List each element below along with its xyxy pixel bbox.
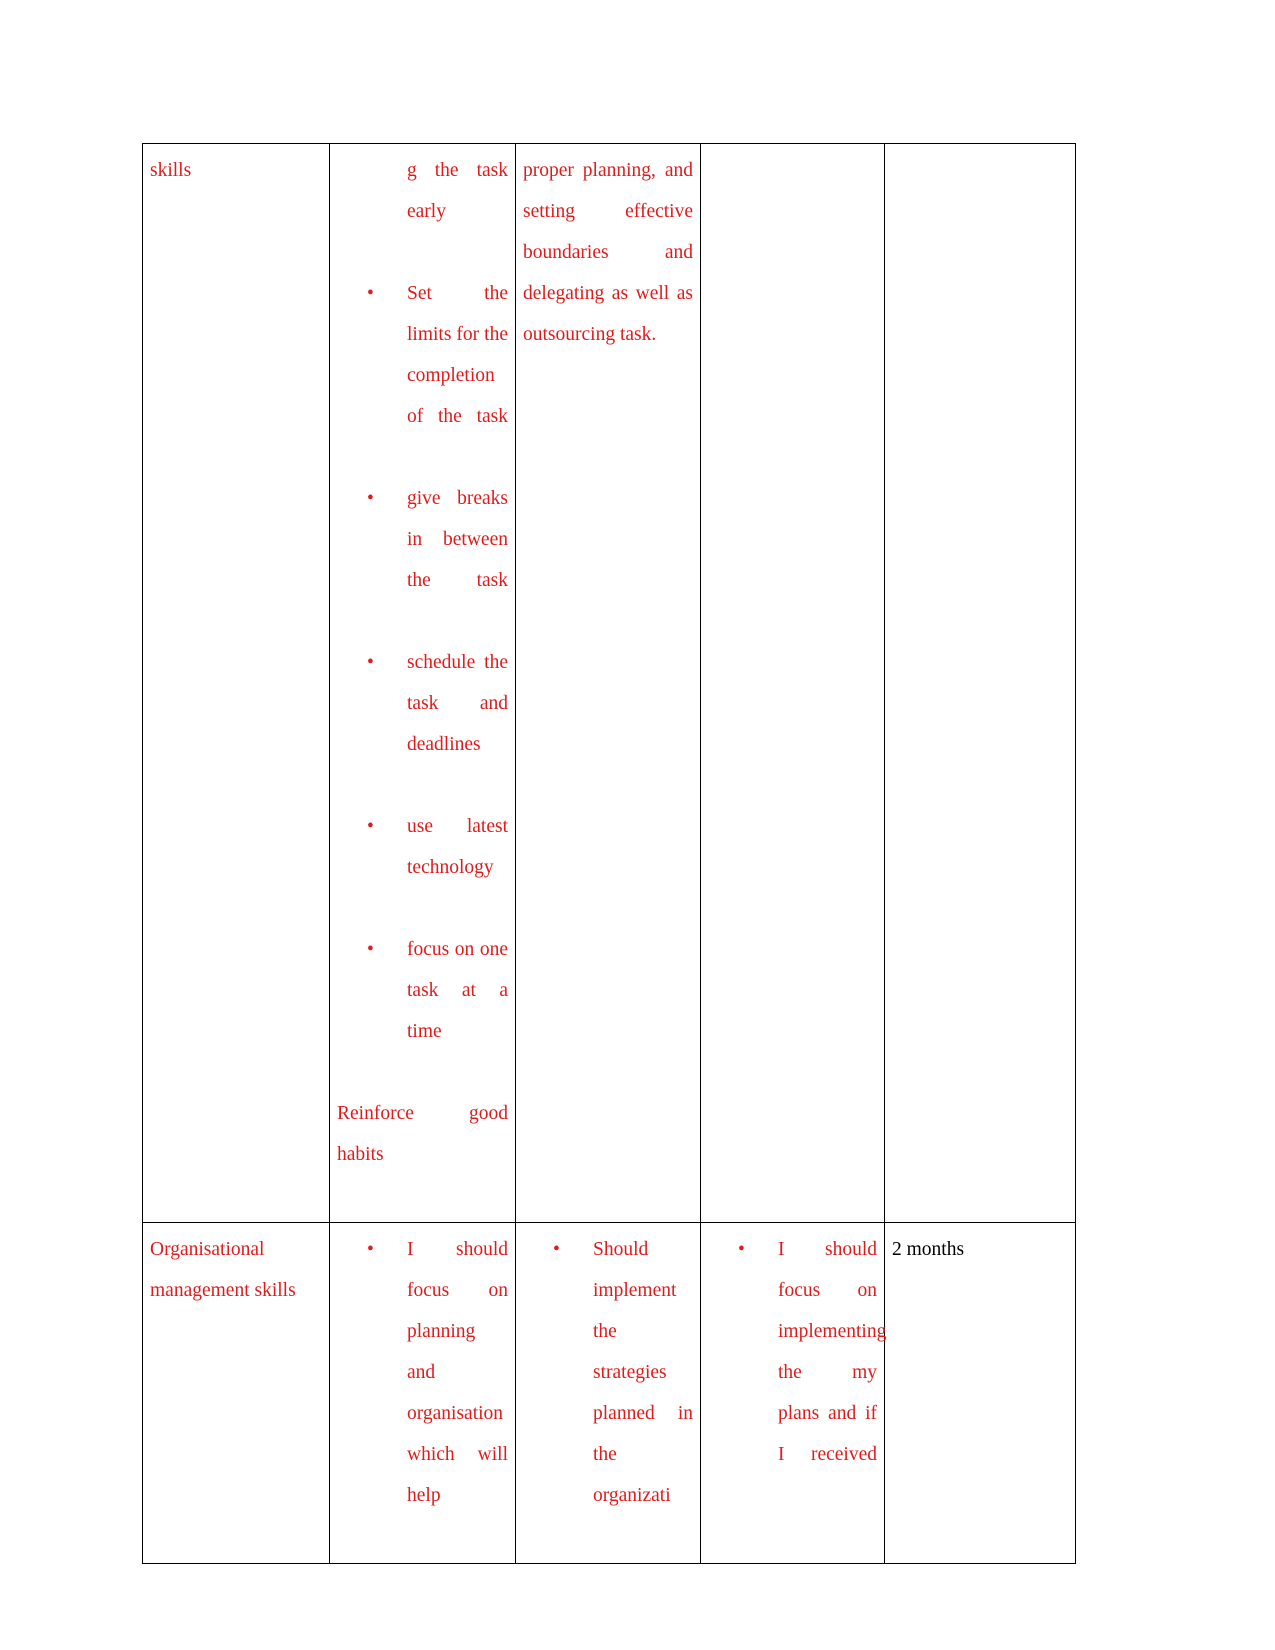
list-item: focus on one task at a time bbox=[337, 929, 508, 1093]
document-page: skills g the task early Set the limits f… bbox=[0, 0, 1275, 1650]
table-cell-strategies: I should focus on planning and organisat… bbox=[329, 1222, 516, 1564]
actions-bullet-list: Should implement the strategies planned … bbox=[523, 1229, 693, 1557]
skills-development-table: skills g the task early Set the limits f… bbox=[142, 143, 1076, 1564]
strategies-content: g the task early Set the limits for the … bbox=[330, 144, 515, 1222]
table-row: Organisational management skills I shoul… bbox=[142, 1222, 1076, 1564]
skill-name-text: skills bbox=[150, 160, 192, 181]
resources-content bbox=[701, 144, 884, 156]
timeframe-content bbox=[885, 144, 1075, 156]
table-cell-actions: proper planning, and setting effective b… bbox=[515, 143, 701, 1223]
strategies-bullet-list: g the task early Set the limits for the … bbox=[337, 150, 508, 1093]
table-cell-resources bbox=[700, 143, 885, 1223]
list-item: g the task early bbox=[407, 160, 508, 222]
list-item: schedule the task and deadlines bbox=[337, 642, 508, 806]
skill-name-text: Organisational management skills bbox=[150, 1239, 296, 1301]
actions-content: proper planning, and setting effective b… bbox=[516, 144, 700, 361]
list-item: Should implement the strategies planned … bbox=[523, 1229, 693, 1557]
strategies-trailing-paragraph: Reinforce good habits bbox=[337, 1103, 508, 1165]
timeframe-content: 2 months bbox=[892, 1239, 965, 1260]
list-item: use latest technology bbox=[337, 806, 508, 929]
table-row: skills g the task early Set the limits f… bbox=[142, 143, 1076, 1223]
table-cell-actions: Should implement the strategies planned … bbox=[515, 1222, 701, 1564]
resources-bullet-list: I should focus on implementing the my pl… bbox=[708, 1229, 886, 1516]
table-cell-timeframe: 2 months bbox=[884, 1222, 1076, 1564]
resources-content: I should focus on implementing the my pl… bbox=[701, 1223, 886, 1522]
table-cell-strategies: g the task early Set the limits for the … bbox=[329, 143, 516, 1223]
strategies-bullet-list: I should focus on planning and organisat… bbox=[337, 1229, 508, 1557]
actions-content: Should implement the strategies planned … bbox=[516, 1223, 700, 1563]
table-cell-timeframe bbox=[884, 143, 1076, 1223]
list-item: I should focus on implementing the my pl… bbox=[708, 1229, 886, 1516]
table-cell-skill-name: Organisational management skills bbox=[142, 1222, 330, 1564]
strategies-content: I should focus on planning and organisat… bbox=[330, 1223, 515, 1563]
table-cell-resources: I should focus on implementing the my pl… bbox=[700, 1222, 886, 1564]
actions-paragraph: proper planning, and setting effective b… bbox=[523, 160, 693, 345]
list-item: I should focus on planning and organisat… bbox=[337, 1229, 508, 1557]
list-item: give breaks in between the task bbox=[337, 478, 508, 642]
list-item: Set the limits for the completion of the… bbox=[337, 273, 508, 478]
table-cell-skill-name: skills bbox=[142, 143, 330, 1223]
